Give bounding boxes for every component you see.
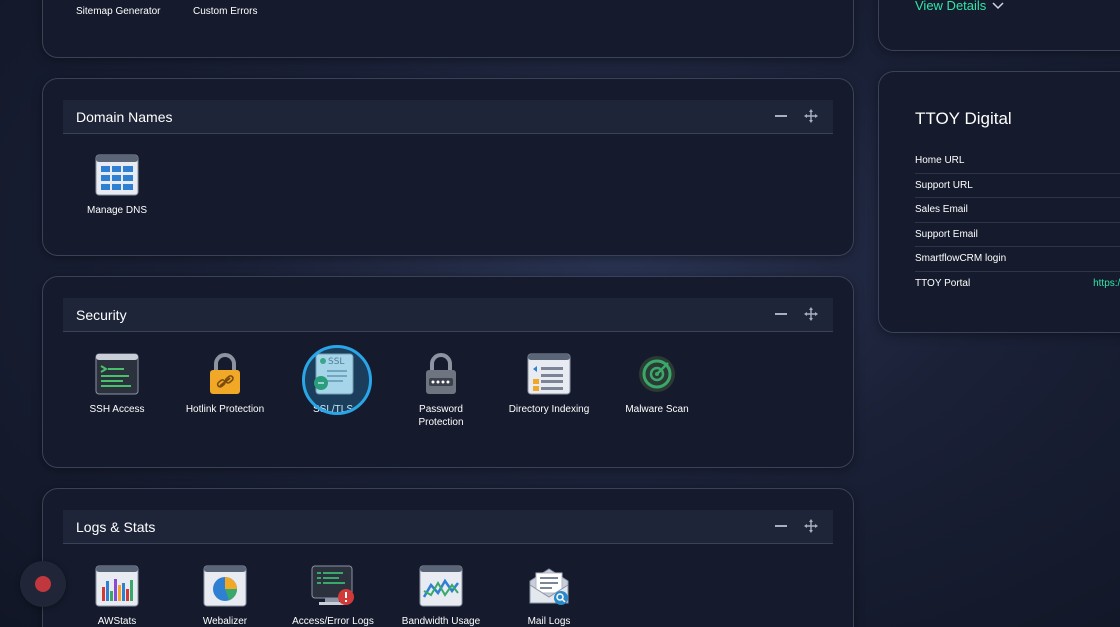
bandwidth-graph-icon xyxy=(419,565,463,607)
info-key: TTOY Portal xyxy=(915,278,971,290)
dns-table-icon xyxy=(95,154,139,196)
tool-mail-logs[interactable]: Mail Logs xyxy=(499,565,599,627)
panel-title: Security xyxy=(76,306,127,323)
info-key: Support Email xyxy=(915,228,978,240)
tool-directory-indexing[interactable]: Directory Indexing xyxy=(499,353,599,416)
tool-label: Access/Error Logs xyxy=(292,616,374,627)
click-highlight xyxy=(302,345,372,415)
tool-label: AWStats xyxy=(97,616,137,627)
sitemap-generator-link[interactable]: Sitemap Generator xyxy=(76,6,161,17)
info-key: Support URL xyxy=(915,179,973,191)
malware-scan-icon xyxy=(639,356,675,392)
view-details-label: View Details xyxy=(915,0,987,13)
info-row-home-url: Home URL xyxy=(915,149,1120,174)
tool-label: Bandwidth Usage xyxy=(401,616,481,627)
awstats-chart-icon xyxy=(95,565,139,607)
directory-list-icon xyxy=(527,353,571,395)
move-icon[interactable] xyxy=(803,108,819,124)
tool-bandwidth-usage[interactable]: Bandwidth Usage xyxy=(391,565,491,627)
info-key: SmartflowCRM login xyxy=(915,253,1007,265)
mail-search-icon xyxy=(529,568,569,605)
portal-link[interactable]: https://cor xyxy=(1093,278,1120,289)
domain-names-panel: Domain Names Manage DNS xyxy=(42,78,854,256)
panel-title: Domain Names xyxy=(76,108,173,125)
custom-errors-link[interactable]: Custom Errors xyxy=(193,6,257,17)
logs-stats-header: Logs & Stats xyxy=(63,510,833,544)
logs-stats-panel: Logs & Stats AWStats Webalizer Access/Er… xyxy=(42,488,854,627)
terminal-icon xyxy=(95,353,139,395)
stats-card: View Details xyxy=(878,0,1120,51)
record-button[interactable] xyxy=(20,561,66,607)
minimize-icon[interactable] xyxy=(773,518,789,534)
tool-webalizer[interactable]: Webalizer xyxy=(175,565,275,627)
tool-label: Hotlink Protection xyxy=(185,404,265,415)
tool-label: Mail Logs xyxy=(527,616,571,627)
tool-label: SSH Access xyxy=(89,404,145,415)
domain-names-header: Domain Names xyxy=(63,100,833,134)
move-icon[interactable] xyxy=(803,306,819,322)
tool-hotlink-protection[interactable]: Hotlink Protection xyxy=(175,353,275,416)
info-row-support-email: Support Email xyxy=(915,223,1120,247)
advanced-panel: Sitemap Generator Custom Errors xyxy=(42,0,854,58)
tool-password-protection[interactable]: Password Protection xyxy=(391,353,491,429)
tool-label: Directory Indexing xyxy=(508,404,590,415)
info-row-ttoy-portal: TTOY Portal https://cor xyxy=(915,272,1120,297)
tool-label: Malware Scan xyxy=(625,404,689,415)
info-key: Home URL xyxy=(915,155,965,167)
padlock-link-icon xyxy=(210,353,240,394)
info-row-sales-email: Sales Email xyxy=(915,198,1120,223)
error-log-icon xyxy=(311,565,354,605)
tool-awstats[interactable]: AWStats xyxy=(67,565,167,627)
tool-label: Password Protection xyxy=(418,404,464,428)
tool-label: Webalizer xyxy=(202,616,248,627)
chevron-down-icon xyxy=(992,1,1004,9)
view-details-link[interactable]: View Details xyxy=(915,0,1004,13)
move-icon[interactable] xyxy=(803,518,819,534)
company-title: TTOY Digital xyxy=(915,109,1012,128)
tool-malware-scan[interactable]: Malware Scan xyxy=(607,353,707,416)
tool-manage-dns[interactable]: Manage DNS xyxy=(67,154,167,217)
tool-ssh-access[interactable]: SSH Access xyxy=(67,353,167,416)
company-info-card: TTOY Digital Home URL Support URL http S… xyxy=(878,71,1120,333)
info-row-support-url: Support URL http xyxy=(915,174,1120,198)
info-key: Sales Email xyxy=(915,204,968,216)
tool-access-error-logs[interactable]: Access/Error Logs xyxy=(283,565,383,627)
panel-title: Logs & Stats xyxy=(76,518,156,535)
info-row-crm-login: SmartflowCRM login http xyxy=(915,247,1120,272)
minimize-icon[interactable] xyxy=(773,306,789,322)
security-panel: Security SSH Access Hotlink Protection S… xyxy=(42,276,854,468)
security-header: Security xyxy=(63,298,833,332)
pie-chart-icon xyxy=(203,565,247,607)
minimize-icon[interactable] xyxy=(773,108,789,124)
password-lock-icon xyxy=(426,353,456,394)
tool-label: Manage DNS xyxy=(86,205,148,216)
